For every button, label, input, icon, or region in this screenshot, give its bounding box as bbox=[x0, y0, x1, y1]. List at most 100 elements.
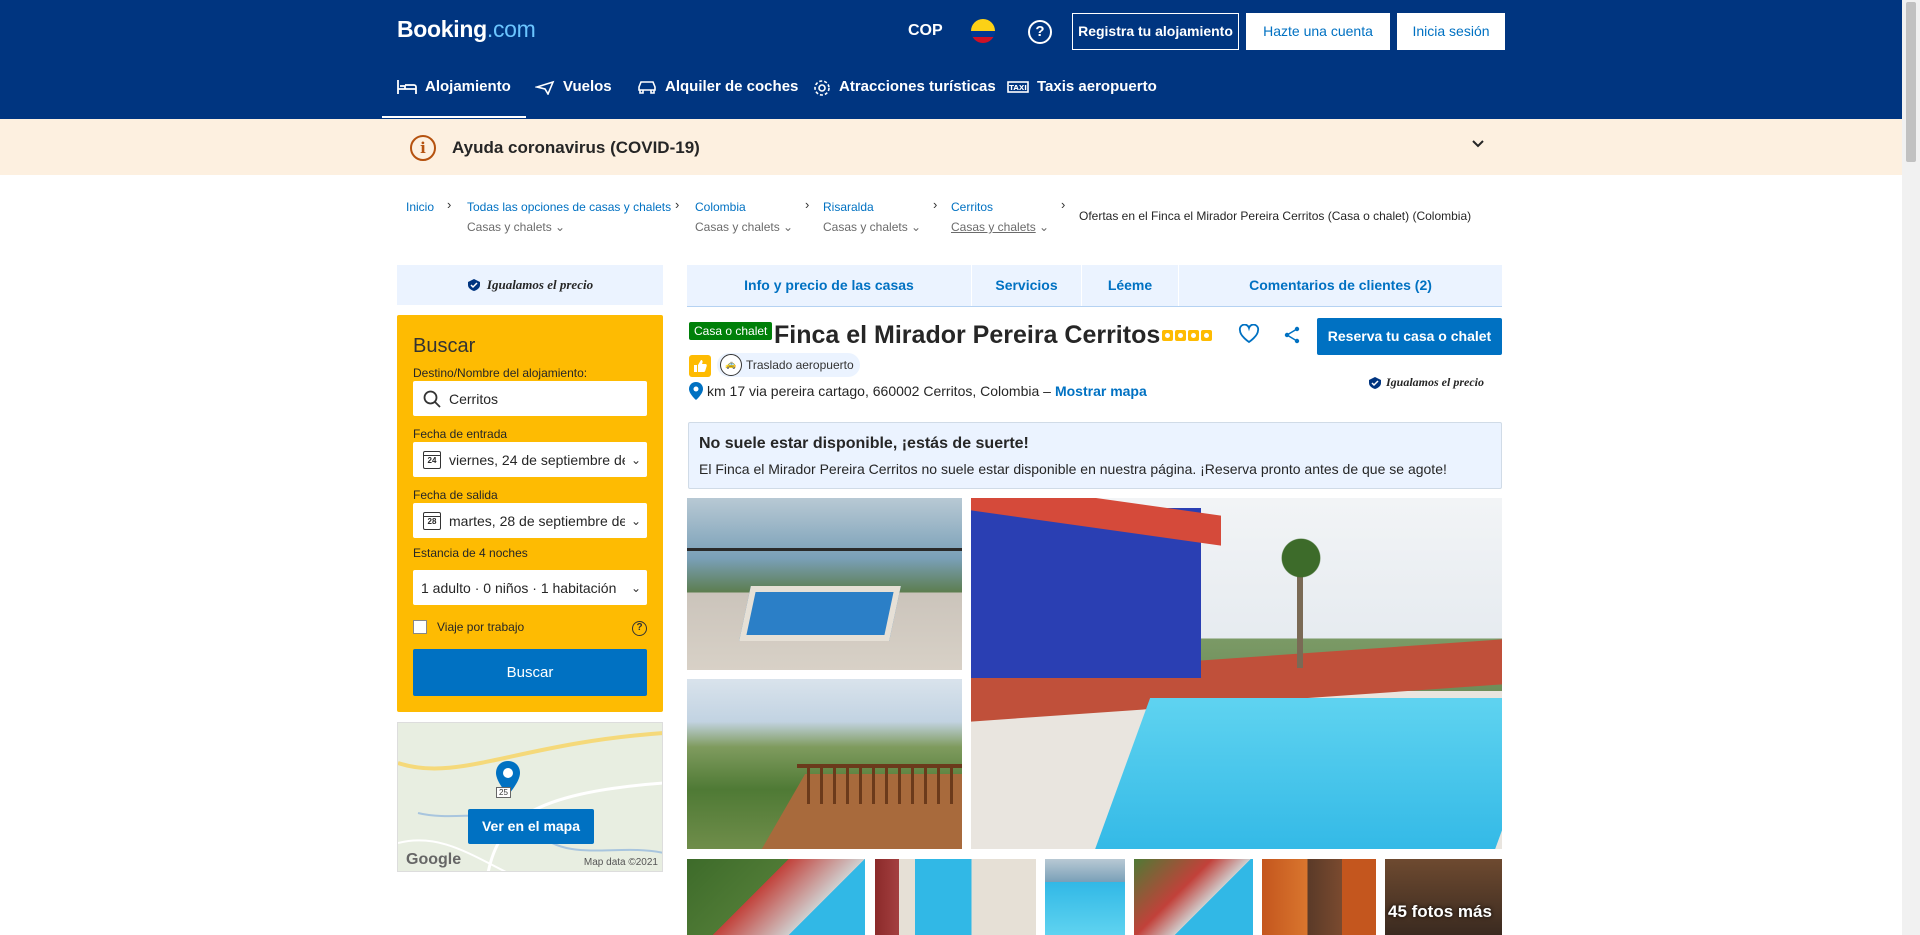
road-number-badge: 25 bbox=[496, 787, 511, 798]
taxi-icon: TAXI bbox=[1007, 81, 1029, 93]
nav-item-flights[interactable]: Vuelos bbox=[535, 78, 612, 118]
nav-item-stays[interactable]: Alojamiento bbox=[382, 78, 526, 118]
guests-selector[interactable]: 1 adulto · 0 niños · 1 habitación ⌄ bbox=[413, 570, 647, 605]
nav-item-label: Vuelos bbox=[563, 78, 612, 95]
checkin-label: Fecha de entrada bbox=[413, 427, 508, 441]
property-type-badge: Casa o chalet bbox=[689, 322, 773, 340]
property-thumbnail[interactable] bbox=[875, 859, 1036, 935]
nav-item-label: Alquiler de coches bbox=[665, 78, 799, 95]
property-photo[interactable] bbox=[687, 679, 962, 849]
map-roads bbox=[398, 731, 662, 871]
show-map-link[interactable]: Mostrar mapa bbox=[1055, 383, 1147, 399]
property-photo[interactable] bbox=[687, 498, 962, 670]
breadcrumb-item: Risaralda Casas y chalets ⌄ bbox=[823, 200, 921, 234]
thumbs-up-icon bbox=[689, 355, 711, 377]
price-match-badge[interactable]: Igualamos el precio bbox=[1368, 375, 1484, 390]
tab-guest-reviews[interactable]: Comentarios de clientes (2) bbox=[1179, 265, 1502, 306]
language-flag-icon[interactable] bbox=[971, 19, 995, 43]
breadcrumb-dropdown[interactable]: Casas y chalets ⌄ bbox=[823, 220, 921, 234]
breadcrumb-separator-icon: › bbox=[447, 197, 452, 212]
property-thumbnail-more[interactable] bbox=[1385, 859, 1502, 935]
tab-facilities[interactable]: Servicios bbox=[972, 265, 1082, 306]
tab-info-prices[interactable]: Info y precio de las casas bbox=[687, 265, 972, 306]
nav-item-attractions[interactable]: Atracciones turísticas bbox=[813, 78, 996, 118]
airport-transfer-badge: 🚕 Traslado aeropuerto bbox=[717, 353, 860, 377]
property-thumbnail[interactable] bbox=[1262, 859, 1376, 935]
breadcrumb-separator-icon: › bbox=[805, 197, 810, 212]
chevron-down-icon: ⌄ bbox=[630, 452, 642, 467]
property-thumbnail[interactable] bbox=[687, 859, 865, 935]
nav-item-label: Atracciones turísticas bbox=[839, 78, 996, 95]
price-match-badge[interactable]: Igualamos el precio bbox=[397, 265, 663, 305]
car-icon bbox=[638, 81, 656, 94]
search-button[interactable]: Buscar bbox=[413, 649, 647, 696]
attractions-icon bbox=[814, 80, 830, 96]
breadcrumb-link[interactable]: Colombia bbox=[695, 200, 793, 214]
nav-item-airport-taxis[interactable]: TAXI Taxis aeropuerto bbox=[1007, 78, 1157, 118]
map-data-credit: Map data ©2021 bbox=[583, 857, 658, 868]
help-icon[interactable]: ? bbox=[1028, 20, 1052, 44]
calendar-icon: 28 bbox=[423, 511, 441, 530]
property-thumbnail[interactable] bbox=[1134, 859, 1253, 935]
breadcrumb-item: Cerritos Casas y chalets ⌄ bbox=[951, 200, 1049, 234]
nav-item-car-rental[interactable]: Alquiler de coches bbox=[637, 78, 798, 118]
breadcrumb-separator-icon: › bbox=[1061, 197, 1066, 212]
breadcrumb-item: Todas las opciones de casas y chalets Ca… bbox=[467, 200, 671, 234]
breadcrumb-current: Ofertas en el Finca el Mirador Pereira C… bbox=[1079, 209, 1472, 223]
covid-banner-label: Ayuda coronavirus (COVID-19) bbox=[452, 138, 700, 157]
heart-icon[interactable] bbox=[1238, 324, 1260, 344]
business-trip-label[interactable]: Viaje por trabajo bbox=[437, 620, 524, 634]
nav-item-label: Alojamiento bbox=[425, 78, 511, 95]
shield-check-icon bbox=[467, 279, 480, 291]
breadcrumb-item: Colombia Casas y chalets ⌄ bbox=[695, 200, 793, 234]
google-logo: Google bbox=[406, 851, 462, 868]
taxi-icon: 🚕 bbox=[720, 354, 742, 376]
checkin-date-field[interactable]: 24 viernes, 24 de septiembre de 2021 ⌄ bbox=[413, 442, 647, 477]
site-header: Booking.com COP ? Registra tu alojamient… bbox=[0, 0, 1902, 119]
page-scrollbar[interactable] bbox=[1902, 0, 1920, 935]
property-photo-main[interactable] bbox=[971, 498, 1502, 849]
svg-text:TAXI: TAXI bbox=[1009, 84, 1027, 92]
scrollbar-thumb[interactable] bbox=[1906, 2, 1916, 162]
location-pin-icon bbox=[689, 382, 703, 400]
business-trip-checkbox[interactable] bbox=[413, 620, 427, 634]
calendar-icon: 24 bbox=[423, 450, 441, 469]
create-account-button[interactable]: Hazte una cuenta bbox=[1246, 13, 1390, 50]
rating-squares bbox=[1162, 330, 1212, 341]
breadcrumb-dropdown[interactable]: Casas y chalets ⌄ bbox=[467, 220, 671, 234]
checkout-label: Fecha de salida bbox=[413, 488, 498, 502]
search-icon bbox=[423, 390, 441, 408]
chevron-down-icon[interactable] bbox=[1470, 135, 1486, 151]
view-on-map-button[interactable]: Ver en el mapa bbox=[468, 809, 594, 844]
property-address: km 17 via pereira cartago, 660002 Cerrit… bbox=[689, 382, 1147, 400]
login-button[interactable]: Inicia sesión bbox=[1397, 13, 1505, 50]
plane-icon bbox=[535, 80, 555, 95]
breadcrumb-dropdown[interactable]: Casas y chalets ⌄ bbox=[951, 220, 1049, 234]
booking-logo[interactable]: Booking.com bbox=[397, 16, 536, 43]
breadcrumb-link[interactable]: Inicio bbox=[406, 200, 434, 214]
destination-input[interactable]: Cerritos bbox=[413, 381, 647, 416]
property-thumbnail[interactable] bbox=[1045, 859, 1125, 935]
chevron-down-icon: ⌄ bbox=[630, 580, 642, 595]
breadcrumb-link[interactable]: Todas las opciones de casas y chalets bbox=[467, 200, 671, 214]
share-icon[interactable] bbox=[1283, 326, 1301, 344]
currency-selector[interactable]: COP bbox=[908, 22, 943, 40]
help-icon[interactable]: ? bbox=[632, 621, 647, 636]
chevron-down-icon: ⌄ bbox=[630, 513, 642, 528]
breadcrumb-separator-icon: › bbox=[933, 197, 938, 212]
breadcrumb-dropdown[interactable]: Casas y chalets ⌄ bbox=[695, 220, 793, 234]
register-property-button[interactable]: Registra tu alojamiento bbox=[1072, 13, 1239, 50]
breadcrumb-link[interactable]: Risaralda bbox=[823, 200, 921, 214]
property-title: Finca el Mirador Pereira Cerritos bbox=[774, 321, 1161, 349]
availability-alert: No suele estar disponible, ¡estás de sue… bbox=[688, 422, 1502, 489]
tab-fine-print[interactable]: Léeme bbox=[1082, 265, 1179, 306]
checkout-date-field[interactable]: 28 martes, 28 de septiembre de 2021 ⌄ bbox=[413, 503, 647, 538]
breadcrumb-link[interactable]: Cerritos bbox=[951, 200, 1049, 214]
reserve-button[interactable]: Reserva tu casa o chalet bbox=[1317, 318, 1502, 355]
search-title: Buscar bbox=[413, 335, 476, 357]
alert-text: El Finca el Mirador Pereira Cerritos no … bbox=[699, 461, 1447, 477]
covid-banner[interactable]: i Ayuda coronavirus (COVID-19) bbox=[0, 119, 1902, 175]
breadcrumb-item[interactable]: Inicio bbox=[406, 200, 434, 214]
more-photos-label[interactable]: 45 fotos más bbox=[1388, 902, 1492, 922]
map-preview[interactable]: 25 Ver en el mapa Google Map data ©2021 bbox=[397, 722, 663, 872]
